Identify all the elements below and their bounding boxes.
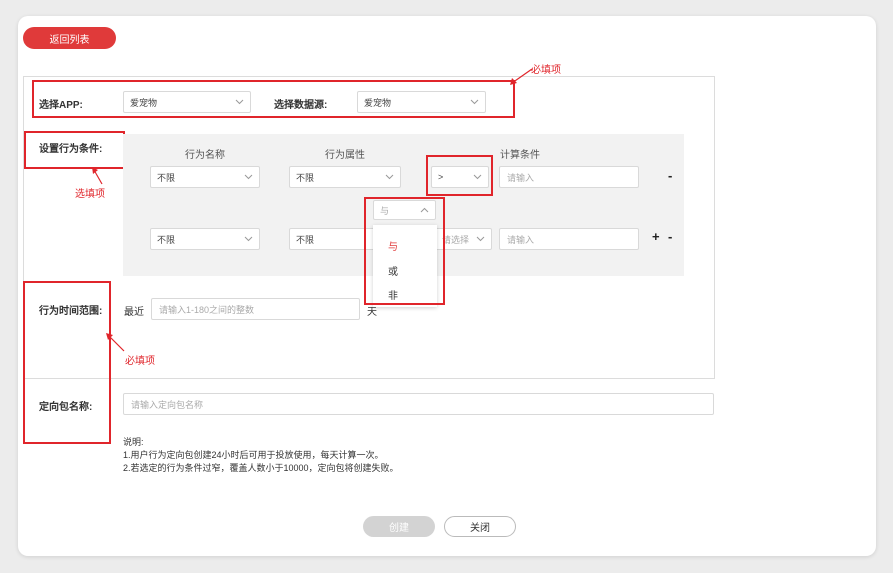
create-button[interactable]: 创建: [363, 516, 435, 537]
calc-value-input-1[interactable]: 请输入: [499, 166, 639, 188]
notes-block: 说明: 1.用户行为定向包创建24小时后可用于投放使用，每天计算一次。 2.若选…: [123, 436, 399, 475]
optional-annotation: 选填项: [75, 189, 105, 200]
logic-highlight-box: [364, 197, 445, 305]
required-highlight-box: [32, 80, 515, 118]
arrow-icon: [510, 68, 533, 85]
required-annotation-top: 必填项: [531, 65, 561, 76]
behavior-attr-value-2: 不限: [296, 234, 315, 245]
chevron-down-icon: [475, 234, 485, 244]
time-range-prefix: 最近: [124, 307, 144, 318]
arrow-icon: [92, 167, 103, 185]
column-header-attr: 行为属性: [325, 150, 365, 161]
behavior-name-value-1: 不限: [157, 172, 176, 183]
behavior-name-select-1[interactable]: 不限: [150, 166, 260, 188]
remove-condition-button-1[interactable]: -: [668, 168, 672, 183]
time-range-suffix: 天: [367, 307, 377, 318]
calc-value-input-2[interactable]: 请输入: [499, 228, 639, 250]
chevron-down-icon: [384, 172, 394, 182]
back-to-list-button[interactable]: 返回列表: [23, 27, 116, 49]
close-button[interactable]: 关闭: [444, 516, 516, 537]
behavior-attr-select-1[interactable]: 不限: [289, 166, 401, 188]
column-header-name: 行为名称: [185, 150, 225, 161]
notes-title: 说明:: [123, 437, 144, 447]
behavior-name-value-2: 不限: [157, 234, 176, 245]
remove-condition-button-2[interactable]: -: [668, 229, 672, 244]
package-name-label: 定向包名称:: [39, 402, 93, 413]
optional-highlight-box: [24, 131, 125, 169]
chevron-down-icon: [243, 172, 253, 182]
add-condition-button[interactable]: +: [652, 229, 660, 244]
arrow-icon: [106, 333, 125, 352]
time-range-input[interactable]: 请输入1-180之间的整数: [151, 298, 360, 320]
behavior-attr-value-1: 不限: [296, 172, 315, 183]
package-name-input[interactable]: 请输入定向包名称: [123, 393, 714, 415]
chevron-down-icon: [243, 234, 253, 244]
behavior-name-select-2[interactable]: 不限: [150, 228, 260, 250]
operator-highlight-box: [426, 155, 493, 196]
notes-line-2: 2.若选定的行为条件过窄，覆盖人数小于10000，定向包将创建失败。: [123, 463, 399, 473]
notes-line-1: 1.用户行为定向包创建24小时后可用于投放使用，每天计算一次。: [123, 450, 384, 460]
required-annotation-left: 必填项: [125, 356, 155, 367]
column-header-calc: 计算条件: [500, 150, 540, 161]
required-highlight-box-left: [23, 281, 111, 444]
